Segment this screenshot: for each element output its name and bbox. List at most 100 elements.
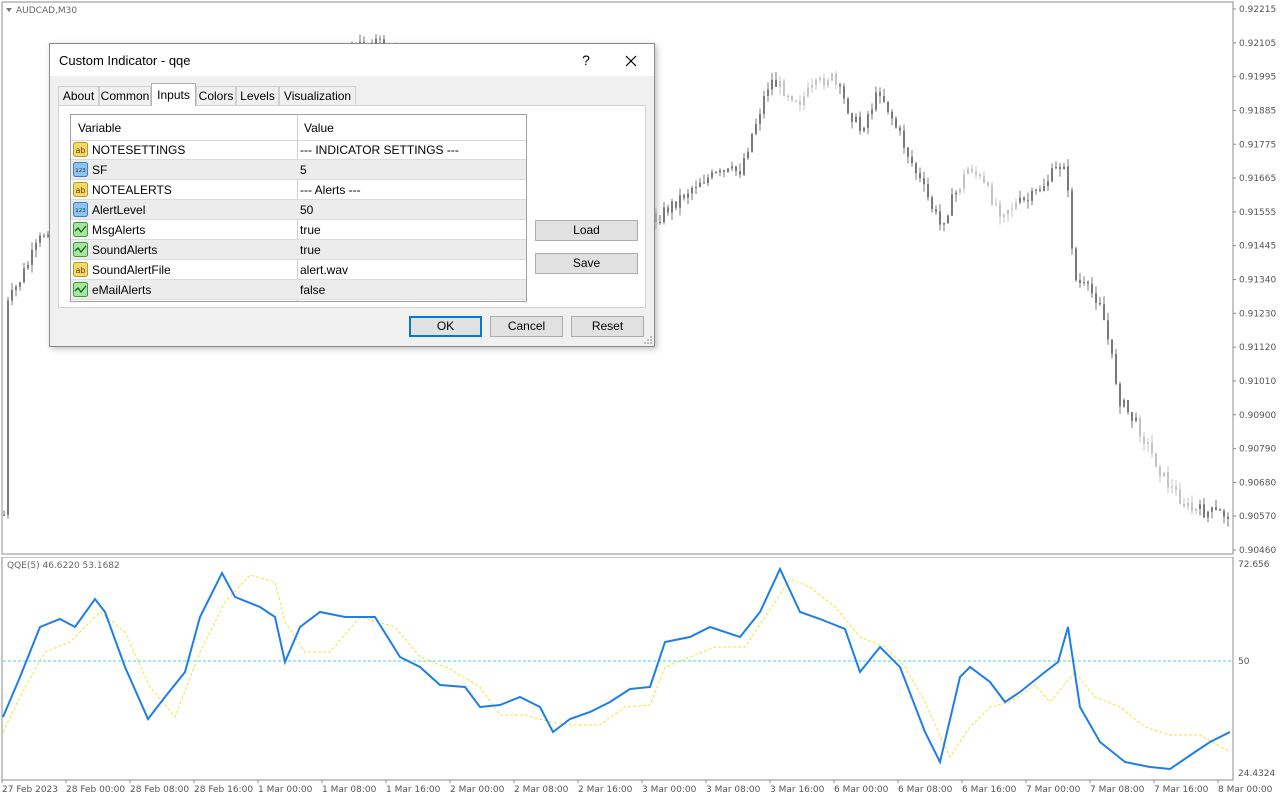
input-row-sf[interactable]: 123 SF 5 (71, 160, 526, 180)
resize-grip-icon[interactable] (643, 335, 653, 345)
string-type-icon: ab (73, 262, 88, 277)
time-tick-label: 6 Mar 00:00 (834, 785, 889, 795)
time-tick-label: 2 Mar 08:00 (514, 785, 569, 795)
price-tick-label: 0.91775 (1239, 140, 1276, 150)
price-tick-label: 0.90680 (1239, 478, 1276, 488)
tab-levels[interactable]: Levels (236, 86, 279, 105)
price-tick-label: 0.91120 (1239, 343, 1276, 353)
close-button[interactable] (616, 48, 646, 72)
indicator-window[interactable]: QQE(5) 46.6220 53.1682 72.656 50 24.4324 (0, 557, 1280, 782)
inputs-panel: Variable Value ab NOTESETTINGS --- INDICAT… (58, 105, 646, 308)
dialog-title: Custom Indicator - qqe (59, 53, 191, 68)
input-row-emailalerts[interactable]: eMailAlerts false (71, 280, 526, 300)
variable-value[interactable]: true (300, 223, 321, 237)
time-tick-label: 28 Feb 00:00 (66, 785, 125, 795)
time-tick-label: 7 Mar 16:00 (1154, 785, 1209, 795)
time-tick-label: 27 Feb 2023 (2, 785, 58, 795)
cancel-button[interactable]: Cancel (490, 316, 563, 337)
input-row-soundalertfile[interactable]: ab SoundAlertFile alert.wav (71, 260, 526, 280)
variable-value[interactable]: 50 (300, 203, 313, 217)
price-tick-label: 0.90570 (1239, 512, 1276, 522)
indicator-axis-max: 72.656 (1238, 560, 1270, 570)
svg-text:123: 123 (75, 208, 86, 214)
svg-text:ab: ab (76, 266, 86, 275)
symbol-label: AUDCAD,M30 (16, 6, 77, 16)
variable-name: NOTESETTINGS (92, 143, 186, 157)
input-row-alertlevel[interactable]: 123 AlertLevel 50 (71, 200, 526, 220)
svg-text:123: 123 (75, 168, 86, 174)
price-tick-label: 0.91995 (1239, 73, 1276, 83)
inputs-grid[interactable]: Variable Value ab NOTESETTINGS --- INDICAT… (70, 114, 527, 302)
dialog-body: About Common Inputs Colors Levels Visual… (50, 76, 654, 346)
reset-button[interactable]: Reset (571, 316, 644, 337)
boolean-type-icon (73, 222, 88, 237)
tab-colors[interactable]: Colors (196, 86, 236, 105)
boolean-type-icon (73, 242, 88, 257)
time-tick-label: 8 Mar 00:00 (1218, 785, 1273, 795)
input-row-notesettings[interactable]: ab NOTESETTINGS --- INDICATOR SETTINGS --- (71, 140, 526, 160)
time-tick-label: 1 Mar 08:00 (322, 785, 377, 795)
price-tick-label: 0.91230 (1239, 309, 1276, 319)
price-tick-label: 0.91555 (1239, 208, 1276, 218)
input-row-soundalerts[interactable]: SoundAlerts true (71, 240, 526, 260)
integer-type-icon: 123 (73, 202, 88, 217)
variable-name: SoundAlertFile (92, 263, 171, 277)
price-tick-label: 0.91665 (1239, 174, 1276, 184)
variable-value[interactable]: --- Alerts --- (300, 183, 361, 197)
tab-visualization[interactable]: Visualization (279, 86, 356, 105)
price-axis: 0.92215 0.92105 0.91995 0.91885 0.91775 0.916… (1233, 5, 1276, 556)
help-button[interactable]: ? (574, 48, 598, 72)
indicator-axis-mid: 50 (1238, 657, 1250, 667)
variable-value[interactable]: alert.wav (300, 263, 348, 277)
time-tick-label: 7 Mar 08:00 (1090, 785, 1145, 795)
time-tick-label: 6 Mar 08:00 (898, 785, 953, 795)
variable-name: eMailAlerts (92, 283, 152, 297)
save-button[interactable]: Save (535, 253, 638, 274)
svg-text:ab: ab (76, 146, 86, 155)
price-tick-label: 0.90460 (1239, 546, 1276, 556)
time-tick-label: 2 Mar 16:00 (578, 785, 633, 795)
tab-inputs[interactable]: Inputs (151, 83, 196, 106)
variable-name: MsgAlerts (92, 223, 146, 237)
string-type-icon: ab (73, 142, 88, 157)
price-tick-label: 0.90790 (1239, 445, 1276, 455)
time-tick-label: 28 Feb 08:00 (130, 785, 189, 795)
ok-button[interactable]: OK (409, 316, 482, 337)
time-tick-label: 7 Mar 00:00 (1026, 785, 1081, 795)
dialog-titlebar[interactable]: Custom Indicator - qqe ? (50, 44, 654, 76)
price-tick-label: 0.91340 (1239, 276, 1276, 286)
column-header-value[interactable]: Value (304, 121, 334, 135)
indicator-label: QQE(5) 46.6220 53.1682 (7, 561, 120, 571)
time-tick-label: 1 Mar 00:00 (258, 785, 313, 795)
time-tick-label: 1 Mar 16:00 (386, 785, 441, 795)
tab-about[interactable]: About (58, 86, 99, 105)
tab-common[interactable]: Common (99, 86, 151, 105)
price-tick-label: 0.91445 (1239, 242, 1276, 252)
price-tick-label: 0.90900 (1239, 411, 1276, 421)
load-button[interactable]: Load (535, 220, 638, 241)
variable-value[interactable]: 5 (300, 163, 307, 177)
input-row-msgalerts[interactable]: MsgAlerts true (71, 220, 526, 240)
time-tick-label: 3 Mar 16:00 (770, 785, 825, 795)
input-row-notealerts[interactable]: ab NOTEALERTS --- Alerts --- (71, 180, 526, 200)
time-tick-label: 3 Mar 00:00 (642, 785, 697, 795)
price-tick-label: 0.92215 (1239, 5, 1276, 15)
variable-name: AlertLevel (92, 203, 146, 217)
price-tick-label: 0.92105 (1239, 39, 1276, 49)
time-tick-label: 2 Mar 00:00 (450, 785, 505, 795)
column-header-variable[interactable]: Variable (78, 121, 121, 135)
variable-value[interactable]: false (300, 283, 325, 297)
svg-text:ab: ab (76, 186, 86, 195)
close-icon (625, 55, 637, 66)
time-tick-label: 28 Feb 16:00 (194, 785, 253, 795)
price-tick-label: 0.91885 (1239, 106, 1276, 116)
variable-value[interactable]: true (300, 243, 321, 257)
string-type-icon: ab (73, 182, 88, 197)
variable-name: NOTEALERTS (92, 183, 172, 197)
integer-type-icon: 123 (73, 162, 88, 177)
variable-name: SoundAlerts (92, 243, 158, 257)
variable-name: SF (92, 163, 108, 177)
time-tick-label: 3 Mar 08:00 (706, 785, 761, 795)
variable-value[interactable]: --- INDICATOR SETTINGS --- (300, 143, 459, 157)
custom-indicator-dialog[interactable]: Custom Indicator - qqe ? About Common In… (49, 43, 655, 347)
